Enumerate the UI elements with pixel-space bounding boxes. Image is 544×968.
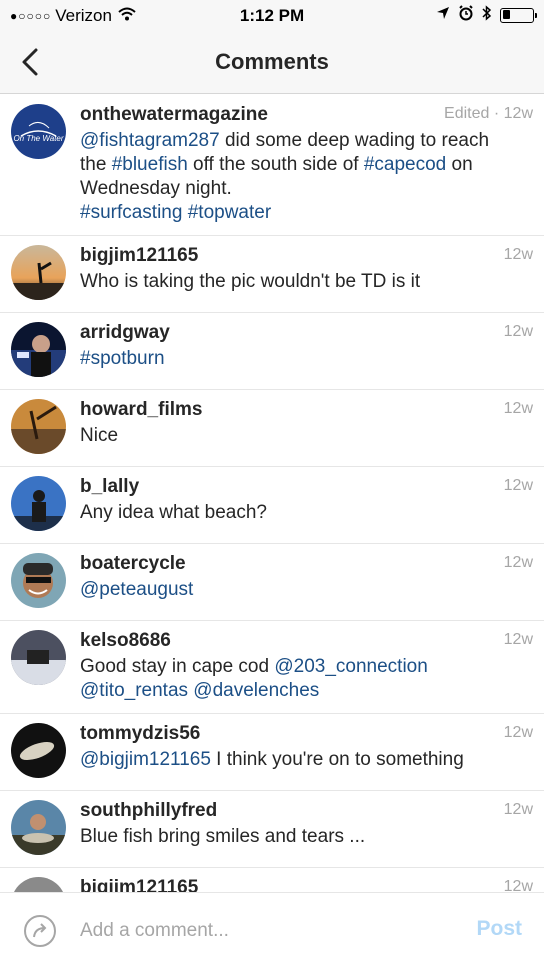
comment-username[interactable]: tommydzis56 (80, 722, 530, 746)
comment-input[interactable] (80, 917, 420, 945)
mention-link[interactable]: @203_connection (274, 656, 427, 677)
avatar[interactable]: On The Water (11, 104, 66, 159)
comment-text-segment: Good stay in cape cod (80, 656, 275, 677)
comment-item[interactable]: howard_films 12w Nice (0, 390, 544, 467)
comment-timestamp: 12w (503, 105, 533, 122)
hashtag-link[interactable]: #topwater (188, 202, 271, 223)
reply-arrow-icon[interactable] (22, 913, 58, 949)
comment-text: Nice (80, 424, 530, 448)
navigation-bar: Comments (0, 32, 544, 94)
comment-text: #spotburn (80, 347, 530, 371)
comment-username[interactable]: kelso8686 (80, 629, 530, 653)
comment-timestamp: 12w (503, 801, 533, 818)
comment-meta: 12w (504, 246, 533, 264)
mention-link[interactable]: @bigjim121165 (80, 749, 211, 770)
comment-meta: Edited · 12w (444, 105, 533, 123)
mention-link[interactable]: @fishtagram287 (80, 130, 220, 151)
comment-username[interactable]: howard_films (80, 398, 530, 422)
comment-meta: 12w (504, 724, 533, 742)
comment-username[interactable]: boatercycle (80, 552, 530, 576)
comment-text: Good stay in cape cod @203_connection @t… (80, 655, 530, 703)
comment-item[interactable]: bigjim121165 12w Who is taking the pic wou… (0, 236, 544, 313)
comment-text-segment: off the south side of (187, 154, 364, 175)
comment-username[interactable]: bigjim121165 (80, 244, 530, 268)
comment-item[interactable]: southphillyfred 12w Blue fish bring smiles… (0, 791, 544, 868)
edited-label: Edited · (444, 105, 504, 122)
comment-item[interactable]: On The Water onthewatermagazine Edited · 1… (0, 95, 544, 236)
comment-username[interactable]: arridgway (80, 321, 530, 345)
avatar[interactable] (11, 399, 66, 454)
hashtag-link[interactable]: #surfcasting (80, 202, 182, 223)
comment-text: @fishtagram287 did some deep wading to r… (80, 129, 530, 225)
avatar[interactable] (11, 553, 66, 608)
avatar[interactable] (11, 476, 66, 531)
mention-link[interactable]: @peteaugust (80, 579, 193, 600)
comment-text: Who is taking the pic wouldn't be TD is … (80, 270, 530, 294)
bluetooth-icon (482, 5, 492, 25)
mention-link[interactable]: @tito_rentas (80, 680, 188, 701)
comment-timestamp: 12w (503, 724, 533, 741)
status-bar: ●○○○○ Verizon 1:12 PM (0, 0, 544, 32)
post-button[interactable]: Post (476, 917, 522, 941)
comment-text: @peteaugust (80, 578, 530, 602)
battery-level (502, 10, 510, 19)
comment-item[interactable]: kelso8686 12w Good stay in cape cod @203_c… (0, 621, 544, 714)
comment-username[interactable]: b_lally (80, 475, 530, 499)
comment-meta: 12w (504, 323, 533, 341)
comment-item[interactable]: b_lally 12w Any idea what beach? (0, 467, 544, 544)
comment-text: Any idea what beach? (80, 501, 530, 525)
comment-text: @bigjim121165 I think you're on to somet… (80, 748, 530, 772)
comment-composer: Post (0, 892, 544, 968)
avatar[interactable] (11, 322, 66, 377)
comment-username[interactable]: southphillyfred (80, 799, 530, 823)
comment-text-segment: Nice (80, 425, 119, 446)
comment-text: Blue fish bring smiles and tears ... (80, 825, 530, 849)
comment-timestamp: 12w (503, 246, 533, 263)
comment-text-segment: Any idea what beach? (80, 502, 267, 523)
comment-item[interactable]: boatercycle 12w @peteaugust (0, 544, 544, 621)
comment-item[interactable]: bigjim121165 12w (0, 868, 544, 892)
comment-meta: 12w (504, 477, 533, 495)
avatar[interactable] (11, 245, 66, 300)
alarm-icon (458, 5, 474, 25)
comment-timestamp: 12w (503, 878, 533, 892)
comment-list[interactable]: On The Water onthewatermagazine Edited · 1… (0, 95, 544, 892)
battery-icon (500, 7, 537, 23)
comment-timestamp: 12w (503, 400, 533, 417)
status-icons (436, 5, 537, 25)
hashtag-link[interactable]: #capecod (364, 154, 446, 175)
comment-item[interactable]: tommydzis56 12w @bigjim121165 I think you'… (0, 714, 544, 791)
comment-text-segment: Blue fish bring smiles and tears ... (80, 826, 366, 847)
comment-username[interactable]: bigjim121165 (80, 876, 530, 892)
comment-timestamp: 12w (503, 477, 533, 494)
comment-meta: 12w (504, 554, 533, 572)
avatar[interactable] (11, 877, 66, 892)
comment-meta: 12w (504, 400, 533, 418)
hashtag-link[interactable]: #bluefish (112, 154, 188, 175)
comment-item[interactable]: arridgway 12w #spotburn (0, 313, 544, 390)
comment-timestamp: 12w (503, 323, 533, 340)
location-arrow-icon (436, 6, 450, 24)
comment-meta: 12w (504, 801, 533, 819)
page-title: Comments (215, 49, 329, 74)
comment-text-segment: I think you're on to something (210, 749, 464, 770)
comment-meta: 12w (504, 631, 533, 649)
avatar[interactable] (11, 723, 66, 778)
comment-text-segment: Who is taking the pic wouldn't be TD is … (80, 271, 421, 292)
hashtag-link[interactable]: #spotburn (80, 348, 165, 369)
avatar[interactable] (11, 630, 66, 685)
avatar[interactable] (11, 800, 66, 855)
comment-timestamp: 12w (503, 554, 533, 571)
mention-link[interactable]: @davelenches (193, 680, 319, 701)
avatar-logo-text: On The Water (13, 134, 63, 143)
comment-timestamp: 12w (503, 631, 533, 648)
comment-meta: 12w (504, 878, 533, 892)
